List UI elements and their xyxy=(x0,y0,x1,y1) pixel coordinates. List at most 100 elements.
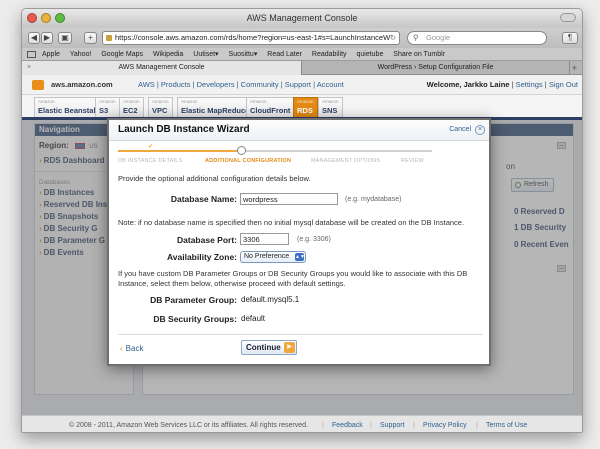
step-additional-configuration: ADDITIONAL CONFIGURATION xyxy=(205,158,292,164)
window-title: AWS Management Console xyxy=(246,13,358,23)
window-controls xyxy=(27,13,65,23)
new-tab-icon[interactable]: + xyxy=(572,61,577,75)
current-step-marker xyxy=(237,146,246,155)
search-icon: ⚲ xyxy=(413,33,419,42)
add-bookmark-button[interactable]: + xyxy=(84,32,97,44)
reload-icon[interactable]: ↻ xyxy=(390,32,396,44)
security-groups-value[interactable]: default xyxy=(241,314,265,323)
aws-header: aws.amazon.com AWS | Products | Develope… xyxy=(22,75,582,95)
tab-wordpress-setup[interactable]: WordPress › Setup Configuration File xyxy=(302,61,570,75)
user-menu: Welcome, Jarkko Laine | Settings | Sign … xyxy=(426,80,578,89)
tab-vpc[interactable]: Amazon VPC xyxy=(148,97,173,117)
step-review: REVIEW xyxy=(401,158,424,164)
back-arrow-icon[interactable]: ◀ xyxy=(28,32,40,44)
service-name: EC2 xyxy=(123,106,138,115)
lock-icon xyxy=(106,35,112,41)
minimize-window-button[interactable] xyxy=(41,13,51,23)
aws-top-links[interactable]: AWS | Products | Developers | Community … xyxy=(138,75,344,95)
wizard-progress-track xyxy=(118,150,432,152)
availability-zone-label: Availability Zone: xyxy=(166,252,237,262)
tab-sns[interactable]: Amazon SNS xyxy=(318,97,343,117)
dialog-title: Launch DB Instance Wizard xyxy=(118,124,250,135)
close-icon[interactable]: × xyxy=(475,125,485,135)
search-field[interactable]: ⚲ Google xyxy=(407,31,547,45)
service-small: Amazon xyxy=(38,99,55,104)
service-small: Amazon xyxy=(181,99,198,104)
bookmark-wikipedia[interactable]: Wikipedia xyxy=(153,51,183,58)
bookmark-suosittu[interactable]: Suosittu▾ xyxy=(229,51,258,58)
back-label: Back xyxy=(125,344,144,353)
step-db-instance-details: DB INSTANCE DETAILS xyxy=(118,158,183,164)
service-name: Elastic Beanstalk xyxy=(38,106,100,115)
divider xyxy=(118,334,483,335)
tab-cloudfront[interactable]: Amazon CloudFront xyxy=(246,97,295,117)
footer-feedback-link[interactable]: Feedback xyxy=(332,416,363,432)
tab-ec2[interactable]: Amazon EC2 xyxy=(119,97,144,117)
database-port-input[interactable] xyxy=(240,233,289,245)
database-name-hint: (e.g. mydatabase) xyxy=(345,196,402,203)
bookmark-apple[interactable]: Apple xyxy=(42,51,60,58)
step-management-options: MANAGEMENT OPTIONS xyxy=(311,158,381,164)
footer-privacy-link[interactable]: Privacy Policy xyxy=(423,416,467,432)
footer-support-link[interactable]: Support xyxy=(380,416,405,432)
service-name: CloudFront xyxy=(250,106,291,115)
url-text: https://console.aws.amazon.com/rds/home?… xyxy=(115,33,391,42)
groups-help-text: If you have custom DB Parameter Groups o… xyxy=(118,269,468,288)
bookmark-google-maps[interactable]: Google Maps xyxy=(101,51,143,58)
reader-icon[interactable]: ¶ xyxy=(562,32,578,44)
close-window-button[interactable] xyxy=(27,13,37,23)
bookmarks-bar: Apple Yahoo! Google Maps Wikipedia Uutis… xyxy=(22,48,582,61)
service-small: Amazon xyxy=(123,99,140,104)
bookmark-read-later[interactable]: Read Later xyxy=(267,51,302,58)
footer-terms-link[interactable]: Terms of Use xyxy=(486,416,527,432)
tab-label: AWS Management Console xyxy=(118,64,205,71)
aws-domain-link[interactable]: aws.amazon.com xyxy=(51,75,113,95)
database-name-input[interactable] xyxy=(240,193,338,205)
tab-elastic-beanstalk[interactable]: Amazon Elastic Beanstalk xyxy=(34,97,104,117)
continue-button[interactable]: Continue ▶ xyxy=(241,340,297,355)
security-groups-label: DB Security Groups: xyxy=(153,314,237,324)
service-tabs: Amazon Elastic Beanstalk Amazon S3 Amazon E… xyxy=(22,95,582,120)
sign-out-link[interactable]: Sign Out xyxy=(549,80,578,89)
availability-zone-select[interactable]: No Preference ▲▼ xyxy=(240,251,306,263)
settings-link[interactable]: Settings xyxy=(516,80,543,89)
aws-logo-icon xyxy=(32,80,44,90)
launch-db-wizard-dialog: Launch DB Instance Wizard Cancel × ✔ DB … xyxy=(107,118,491,366)
service-small: Amazon xyxy=(250,99,267,104)
arrow-right-icon: ▶ xyxy=(284,342,295,353)
bookmark-quietube[interactable]: quietube xyxy=(356,51,383,58)
cancel-link[interactable]: Cancel xyxy=(449,126,471,133)
service-small: Amazon xyxy=(297,99,314,104)
service-name: Elastic MapReduce xyxy=(181,106,250,115)
bookmark-readability[interactable]: Readability xyxy=(312,51,347,58)
bookmark-share-tumblr[interactable]: Share on Tumblr xyxy=(393,51,445,58)
database-port-hint: (e.g. 3306) xyxy=(297,236,331,243)
bookmark-uutiset[interactable]: Uutiset▾ xyxy=(193,51,218,58)
tab-elastic-mapreduce[interactable]: Amazon Elastic MapReduce xyxy=(177,97,254,117)
share-icon[interactable]: ▣ xyxy=(58,32,72,44)
title-bar: AWS Management Console xyxy=(22,9,582,28)
continue-label: Continue xyxy=(246,343,281,352)
zoom-window-button[interactable] xyxy=(55,13,65,23)
service-small: Amazon xyxy=(322,99,339,104)
browser-tab-bar: × AWS Management Console WordPress › Set… xyxy=(22,61,582,75)
bookmarks-icon[interactable] xyxy=(27,51,36,58)
browser-toolbar: ◀ ▶ ▣ + https://console.aws.amazon.com/r… xyxy=(22,28,582,48)
parameter-group-value[interactable]: default.mysql5.1 xyxy=(241,295,299,304)
wizard-progress-fill xyxy=(118,150,241,152)
chevron-down-icon: ▲▼ xyxy=(295,253,305,261)
toolbar-toggle-button[interactable] xyxy=(560,13,576,22)
search-placeholder: Google xyxy=(426,33,451,42)
close-tab-icon[interactable]: × xyxy=(27,61,31,75)
availability-zone-value: No Preference xyxy=(244,253,290,260)
database-name-note: Note: if no database name is specified t… xyxy=(118,218,465,227)
forward-arrow-icon[interactable]: ▶ xyxy=(41,32,53,44)
address-bar[interactable]: https://console.aws.amazon.com/rds/home?… xyxy=(102,31,400,45)
back-link[interactable]: ‹ Back xyxy=(120,344,143,353)
tab-s3[interactable]: Amazon S3 xyxy=(95,97,120,117)
bookmark-yahoo[interactable]: Yahoo! xyxy=(70,51,92,58)
service-small: Amazon xyxy=(99,99,116,104)
tab-rds[interactable]: Amazon RDS xyxy=(293,97,318,117)
database-name-label: Database Name: xyxy=(170,194,237,204)
tab-aws-console[interactable]: × AWS Management Console xyxy=(22,61,302,75)
